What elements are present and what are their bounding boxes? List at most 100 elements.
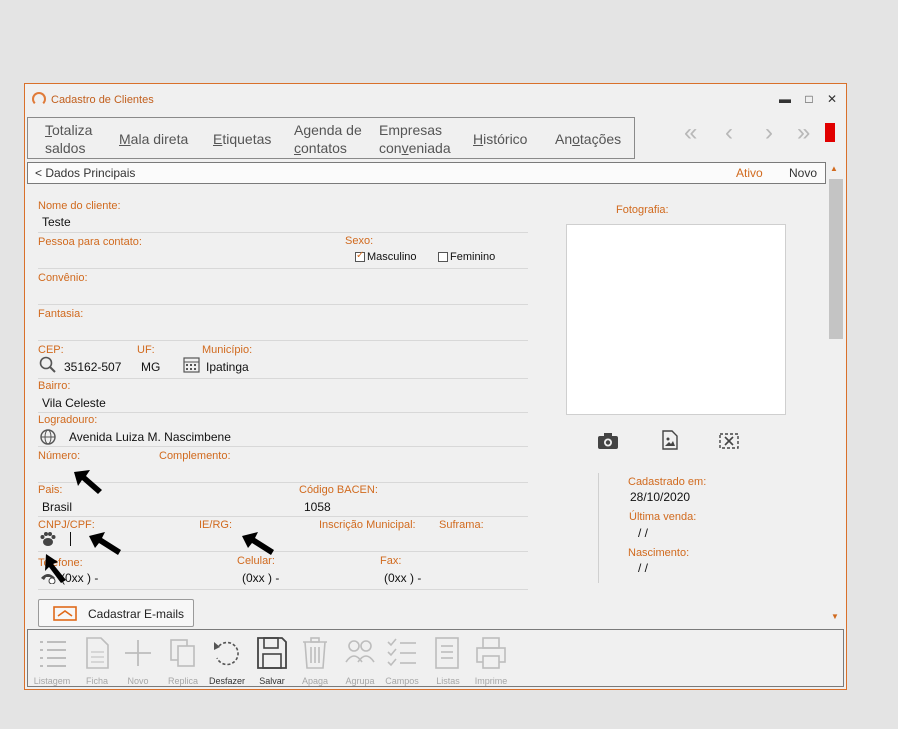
- convenio-label: Convênio:: [38, 272, 88, 284]
- maximize-button[interactable]: □: [799, 90, 819, 108]
- photo-frame[interactable]: [566, 224, 786, 415]
- text-cursor: [70, 532, 71, 546]
- divider: [38, 232, 528, 233]
- annotation-arrow: [74, 470, 102, 494]
- scroll-up-arrow-icon[interactable]: ▲: [830, 164, 838, 173]
- close-button[interactable]: ✕: [822, 90, 842, 108]
- logradouro-label: Logradouro:: [38, 414, 98, 426]
- bacen-field[interactable]: 1058: [304, 500, 331, 514]
- divider: [38, 340, 528, 341]
- fax-label: Fax:: [380, 555, 402, 567]
- nome-field[interactable]: Teste: [42, 215, 71, 229]
- section-header: < Dados Principais Ativo Novo: [27, 162, 826, 184]
- section-title[interactable]: < Dados Principais: [35, 166, 135, 180]
- vertical-scrollbar[interactable]: [829, 179, 843, 339]
- cadastrar-emails-button[interactable]: Cadastrar E-mails: [38, 599, 194, 627]
- menu-historico[interactable]: Histórico: [473, 130, 527, 148]
- window-title: Cadastro de Clientes: [51, 94, 154, 106]
- divider: [38, 412, 528, 413]
- desfazer-button[interactable]: Desfazer: [205, 634, 249, 686]
- feminino-label: Feminino: [450, 251, 496, 263]
- pais-field[interactable]: Brasil: [42, 500, 72, 514]
- plus-icon: [125, 640, 151, 666]
- nascimento-label: Nascimento:: [628, 547, 690, 559]
- inscricao-label: Inscrição Municipal:: [319, 519, 416, 531]
- camera-icon[interactable]: [597, 432, 619, 450]
- image-file-icon[interactable]: [661, 430, 679, 450]
- imprime-button[interactable]: Imprime: [469, 634, 513, 686]
- users-icon: [345, 640, 375, 663]
- agrupa-button[interactable]: Agrupa: [338, 634, 382, 686]
- divider: [38, 482, 528, 483]
- divider: [38, 446, 528, 447]
- previous-record-button[interactable]: ‹: [725, 120, 733, 146]
- menu-totaliza-saldos[interactable]: Totaliza saldos: [45, 121, 92, 157]
- paw-icon[interactable]: [39, 531, 57, 547]
- printer-icon: [476, 637, 506, 669]
- ficha-button[interactable]: Ficha: [75, 634, 119, 686]
- save-icon: [257, 637, 287, 669]
- app-logo-icon: [32, 92, 46, 106]
- divider: [38, 304, 528, 305]
- replica-button[interactable]: Replica: [161, 634, 205, 686]
- listagem-button[interactable]: Listagem: [30, 634, 74, 686]
- bottom-toolbar: Listagem Ficha Novo Replica Desfazer Sal…: [27, 629, 844, 687]
- menu-anotacoes[interactable]: Anotações: [555, 130, 621, 148]
- menu-bar: Totaliza saldos Mala direta Etiquetas Ag…: [27, 117, 635, 159]
- calendar-grid-icon[interactable]: [183, 356, 201, 373]
- uf-field[interactable]: MG: [141, 360, 160, 374]
- divider: [38, 516, 528, 517]
- campos-button[interactable]: Campos: [380, 634, 424, 686]
- cep-label: CEP:: [38, 344, 64, 356]
- nome-label: Nome do cliente:: [38, 200, 121, 212]
- last-record-button[interactable]: »: [797, 120, 810, 146]
- envelope-icon: [53, 606, 77, 621]
- pais-label: Pais:: [38, 484, 63, 496]
- next-record-button[interactable]: ›: [765, 120, 773, 146]
- info-divider: [598, 473, 599, 583]
- apaga-button[interactable]: Apaga: [293, 634, 337, 686]
- undo-icon: [214, 641, 239, 666]
- cep-field[interactable]: 35162-507: [64, 360, 121, 374]
- menu-mala-direta[interactable]: Mala direta: [119, 130, 188, 148]
- ultima-venda-value: / /: [638, 526, 649, 540]
- cadastrar-emails-label: Cadastrar E-mails: [88, 607, 185, 621]
- salvar-button[interactable]: Salvar: [250, 634, 294, 686]
- complemento-label: Complemento:: [159, 450, 231, 462]
- mode-label: Novo: [789, 166, 818, 180]
- ie-label: IE/RG:: [199, 519, 233, 531]
- bacen-label: Código BACEN:: [299, 484, 378, 496]
- menu-agenda-contatos[interactable]: Agenda de contatos: [294, 121, 362, 157]
- nascimento-value[interactable]: / /: [638, 561, 648, 575]
- remove-image-icon[interactable]: [718, 432, 740, 450]
- menu-empresas-conveniada[interactable]: Empresas conveniada: [379, 121, 451, 157]
- numero-label: Número:: [38, 450, 81, 462]
- novo-button[interactable]: Novo: [116, 634, 160, 686]
- minimize-button[interactable]: ▬: [775, 90, 795, 108]
- copy-icon: [170, 639, 195, 667]
- bairro-field[interactable]: Vila Celeste: [42, 396, 106, 410]
- photo-label: Fotografia:: [616, 204, 669, 216]
- globe-icon[interactable]: [39, 428, 57, 446]
- scroll-down-arrow-icon[interactable]: ▼: [831, 612, 839, 621]
- client-registration-window: Cadastro de Clientes ▬ □ ✕ Totaliza sald…: [24, 83, 847, 690]
- suframa-label: Suframa:: [439, 519, 484, 531]
- first-record-button[interactable]: «: [684, 120, 697, 146]
- municipio-label: Município:: [202, 344, 253, 356]
- fax-field[interactable]: (0xx ) -: [384, 571, 421, 585]
- masculino-label: Masculino: [367, 251, 417, 263]
- annotation-arrow: [45, 554, 66, 583]
- list-icon: [40, 641, 66, 667]
- fantasia-label: Fantasia:: [38, 308, 84, 320]
- listas-button[interactable]: Listas: [426, 634, 470, 686]
- municipio-field[interactable]: Ipatinga: [206, 360, 249, 374]
- logradouro-field[interactable]: Avenida Luiza M. Nascimbene: [69, 430, 231, 444]
- menu-etiquetas[interactable]: Etiquetas: [213, 130, 271, 148]
- masculino-checkbox[interactable]: [355, 250, 365, 262]
- checklist-icon: [387, 638, 416, 667]
- document-icon: [86, 637, 109, 669]
- feminino-checkbox[interactable]: [438, 252, 448, 262]
- annotation-arrow: [242, 532, 274, 555]
- celular-field[interactable]: (0xx ) -: [242, 571, 279, 585]
- search-icon[interactable]: [39, 356, 57, 373]
